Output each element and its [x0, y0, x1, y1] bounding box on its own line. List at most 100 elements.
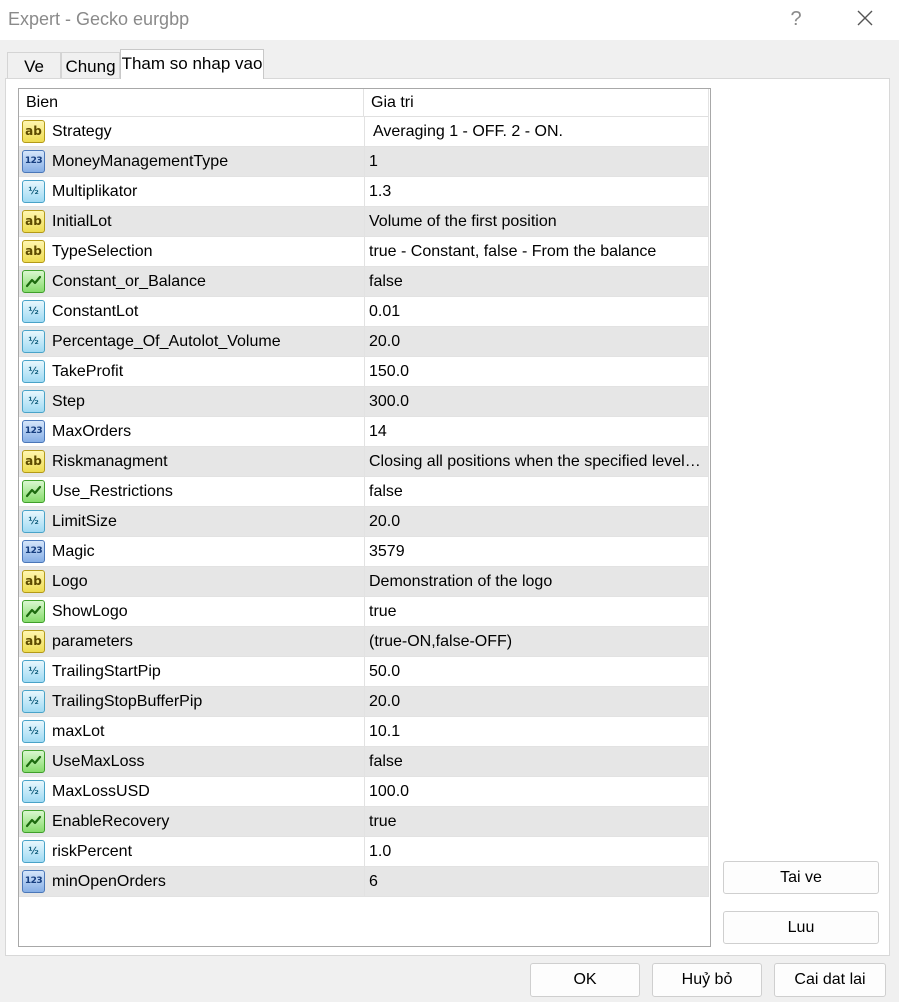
string-type-icon: ab: [22, 630, 45, 653]
column-divider: [364, 717, 365, 747]
boolean-type-icon: [22, 270, 45, 293]
column-header-bien[interactable]: Bien: [19, 89, 364, 117]
parameter-value[interactable]: Demonstration of the logo: [369, 567, 704, 597]
tab-chung[interactable]: Chung: [61, 52, 120, 78]
table-row[interactable]: ½ Multiplikator 1.3: [19, 177, 709, 207]
column-divider: [364, 327, 365, 357]
table-row[interactable]: ab parameters (true-ON,false-OFF): [19, 627, 709, 657]
table-row[interactable]: ½ ConstantLot 0.01: [19, 297, 709, 327]
parameter-name: Use_Restrictions: [52, 483, 173, 500]
reset-button[interactable]: Cai dat lai: [774, 963, 886, 997]
parameter-value[interactable]: 10.1: [369, 717, 704, 747]
table-row[interactable]: ½ Step 300.0: [19, 387, 709, 417]
column-divider: [364, 387, 365, 417]
ok-button[interactable]: OK: [530, 963, 640, 997]
parameter-value[interactable]: true: [369, 597, 704, 627]
parameter-value[interactable]: 50.0: [369, 657, 704, 687]
parameter-value[interactable]: 20.0: [369, 327, 704, 357]
parameter-name: Percentage_Of_Autolot_Volume: [52, 333, 281, 350]
column-divider: [708, 717, 709, 747]
column-divider: [364, 807, 365, 837]
table-row[interactable]: ab InitialLot Volume of the first position: [19, 207, 709, 237]
column-divider: [364, 117, 365, 147]
column-divider: [708, 747, 709, 777]
table-row[interactable]: Use_Restrictions false: [19, 477, 709, 507]
parameter-value[interactable]: 150.0: [369, 357, 704, 387]
boolean-type-icon: [22, 810, 45, 833]
table-row[interactable]: ½ maxLot 10.1: [19, 717, 709, 747]
table-row[interactable]: ab Logo Demonstration of the logo: [19, 567, 709, 597]
parameter-value[interactable]: 1.0: [369, 837, 704, 867]
table-row[interactable]: ½ TrailingStopBufferPip 20.0: [19, 687, 709, 717]
double-type-icon: ½: [22, 840, 45, 863]
table-row[interactable]: 123 minOpenOrders 6: [19, 867, 709, 897]
column-divider: [708, 447, 709, 477]
table-row[interactable]: EnableRecovery true: [19, 807, 709, 837]
parameter-value[interactable]: 6: [369, 867, 704, 897]
parameter-value[interactable]: Closing all positions when the specified…: [369, 447, 704, 477]
string-type-icon: ab: [22, 570, 45, 593]
parameter-value[interactable]: 20.0: [369, 687, 704, 717]
parameter-value[interactable]: (true-ON,false-OFF): [369, 627, 704, 657]
parameter-value[interactable]: 100.0: [369, 777, 704, 807]
load-button[interactable]: Tai ve: [723, 861, 879, 894]
column-header-gia-tri[interactable]: Gia tri: [364, 89, 709, 117]
parameter-value[interactable]: 1.3: [369, 177, 704, 207]
table-row[interactable]: Constant_or_Balance false: [19, 267, 709, 297]
table-row[interactable]: ½ Percentage_Of_Autolot_Volume 20.0: [19, 327, 709, 357]
parameter-value[interactable]: false: [369, 477, 704, 507]
double-type-icon: ½: [22, 690, 45, 713]
parameter-name: MoneyManagementType: [52, 153, 229, 170]
column-divider: [364, 477, 365, 507]
table-row[interactable]: 123 Magic 3579: [19, 537, 709, 567]
table-row[interactable]: ½ riskPercent 1.0: [19, 837, 709, 867]
parameter-name: EnableRecovery: [52, 813, 170, 830]
column-divider: [364, 537, 365, 567]
parameter-value[interactable]: 3579: [369, 537, 704, 567]
table-row[interactable]: 123 MoneyManagementType 1: [19, 147, 709, 177]
table-row[interactable]: ½ LimitSize 20.0: [19, 507, 709, 537]
cancel-button[interactable]: Huỷ bỏ: [652, 963, 762, 997]
save-button[interactable]: Luu: [723, 911, 879, 944]
parameter-value[interactable]: true - Constant, false - From the balanc…: [369, 237, 704, 267]
table-row[interactable]: ½ TakeProfit 150.0: [19, 357, 709, 387]
parameter-value[interactable]: false: [369, 747, 704, 777]
parameter-value[interactable]: Averaging 1 - OFF. 2 - ON.: [373, 117, 708, 147]
parameter-name: Magic: [52, 543, 95, 560]
string-type-icon: ab: [22, 120, 45, 143]
table-row[interactable]: ab TypeSelection true - Constant, false - …: [19, 237, 709, 267]
column-divider: [364, 837, 365, 867]
table-row[interactable]: ab Strategy Averaging 1 - OFF. 2 - ON.: [19, 117, 709, 147]
double-type-icon: ½: [22, 720, 45, 743]
parameter-name: UseMaxLoss: [52, 753, 145, 770]
tab-ve[interactable]: Ve: [7, 52, 61, 78]
column-divider: [708, 357, 709, 387]
parameter-value[interactable]: 1: [369, 147, 704, 177]
table-row[interactable]: ½ MaxLossUSD 100.0: [19, 777, 709, 807]
close-icon[interactable]: [850, 5, 880, 33]
tab-bar: Ve Chung Tham so nhap vao: [0, 40, 899, 79]
tab-tham-so-nhap-vao[interactable]: Tham so nhap vao: [120, 49, 264, 79]
parameter-name: MaxLossUSD: [52, 783, 150, 800]
parameter-name: Step: [52, 393, 85, 410]
parameter-name: Multiplikator: [52, 183, 138, 200]
parameter-value[interactable]: false: [369, 267, 704, 297]
table-row[interactable]: ShowLogo true: [19, 597, 709, 627]
table-row[interactable]: ½ TrailingStartPip 50.0: [19, 657, 709, 687]
column-divider: [708, 657, 709, 687]
table-row[interactable]: 123 MaxOrders 14: [19, 417, 709, 447]
parameter-value[interactable]: true: [369, 807, 704, 837]
table-row[interactable]: UseMaxLoss false: [19, 747, 709, 777]
parameter-value[interactable]: Volume of the first position: [369, 207, 704, 237]
parameter-value[interactable]: 20.0: [369, 507, 704, 537]
help-button[interactable]: ?: [782, 5, 810, 33]
column-divider: [708, 627, 709, 657]
parameter-value[interactable]: 0.01: [369, 297, 704, 327]
parameter-value[interactable]: 300.0: [369, 387, 704, 417]
column-divider: [364, 417, 365, 447]
parameter-name: riskPercent: [52, 843, 133, 860]
parameter-value[interactable]: 14: [369, 417, 704, 447]
table-row[interactable]: ab Riskmanagment Closing all positions whe…: [19, 447, 709, 477]
column-divider: [708, 507, 709, 537]
window-title: Expert - Gecko eurgbp: [8, 9, 190, 29]
